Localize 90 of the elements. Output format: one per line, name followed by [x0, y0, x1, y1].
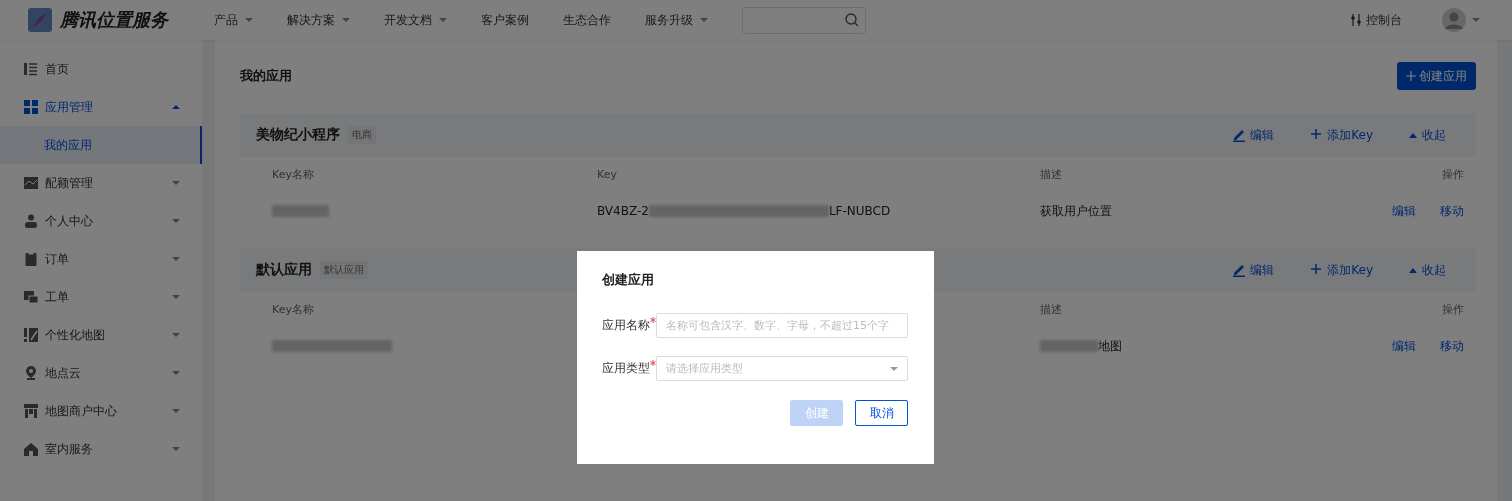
- caret-down-icon: [890, 366, 898, 371]
- column-header: 操作: [1441, 166, 1464, 183]
- required-asterisk-icon: [650, 317, 656, 323]
- app-name: 默认应用: [256, 261, 312, 279]
- sidebar-item[interactable]: 个人中心: [0, 202, 202, 240]
- clipboard-icon: [24, 252, 38, 266]
- storefront-icon: [24, 404, 38, 418]
- caret-down-icon: [172, 371, 180, 375]
- sidebar-item[interactable]: 工单: [0, 278, 202, 316]
- app-type-tag: 电商: [348, 126, 376, 144]
- redacted-block: [272, 205, 329, 217]
- logo-icon: [28, 8, 52, 32]
- sidebar-item[interactable]: 室内服务: [0, 430, 202, 468]
- brush-icon: [24, 328, 38, 342]
- caret-down-icon: [172, 181, 180, 185]
- nav-link[interactable]: 解决方案: [287, 11, 350, 29]
- caret-down-icon: [172, 447, 180, 451]
- list-icon: [24, 62, 38, 76]
- redacted-block: [1040, 340, 1098, 352]
- column-header: 描述: [1040, 166, 1063, 183]
- console-link[interactable]: 控制台: [1351, 11, 1402, 29]
- required-asterisk-icon: [650, 360, 656, 366]
- row-action-link[interactable]: 编辑: [1392, 202, 1416, 220]
- column-header: Key: [597, 166, 618, 183]
- nav-link[interactable]: 开发文档: [384, 11, 447, 29]
- caret-up-icon: [172, 105, 180, 109]
- caret-up-icon: [1409, 132, 1417, 138]
- caret-down-icon: [172, 219, 180, 223]
- sidebar-item[interactable]: 地点云: [0, 354, 202, 392]
- sidebar-item[interactable]: 个性化地图: [0, 316, 202, 354]
- caret-down-icon: [700, 18, 708, 22]
- caret-up-icon: [1409, 267, 1417, 273]
- card-action-link[interactable]: 编辑: [1233, 126, 1275, 144]
- house-icon: [24, 442, 38, 456]
- nav-link[interactable]: 产品: [214, 11, 253, 29]
- caret-down-icon: [172, 409, 180, 413]
- column-header: 描述: [1040, 301, 1063, 318]
- row-action-link[interactable]: 移动: [1440, 202, 1464, 220]
- field-label: 应用类型: [602, 360, 650, 377]
- caret-down-icon: [342, 18, 350, 22]
- dialog-title: 创建应用: [602, 271, 654, 289]
- chart-icon: [24, 176, 38, 190]
- plus-icon: [1310, 128, 1323, 142]
- column-header: Key名称: [272, 301, 315, 318]
- grid-icon: [24, 100, 38, 114]
- key-text: BV4BZ-2: [597, 204, 649, 218]
- brand-name: 腾讯位置服务: [60, 8, 168, 32]
- caret-down-icon: [172, 333, 180, 337]
- nav-link[interactable]: 生态合作: [563, 11, 611, 29]
- pencil-icon: [1233, 128, 1246, 142]
- sidebar-item[interactable]: 地图商户中心: [0, 392, 202, 430]
- search-icon: [845, 13, 859, 27]
- page-title: 我的应用: [240, 67, 292, 85]
- plus-icon: [1310, 263, 1323, 277]
- caret-down-icon: [172, 257, 180, 261]
- person-icon: [24, 214, 38, 228]
- sidebar-item[interactable]: 首页: [0, 50, 202, 88]
- caret-down-icon: [1472, 18, 1480, 22]
- nav-link[interactable]: 服务升级: [645, 11, 708, 29]
- plus-icon: [1406, 71, 1416, 81]
- card-action-link[interactable]: 收起: [1409, 126, 1446, 144]
- pencil-icon: [1233, 263, 1246, 277]
- sidebar-item[interactable]: 订单: [0, 240, 202, 278]
- create-app-button[interactable]: 创建应用: [1397, 62, 1476, 90]
- column-header: 操作: [1441, 301, 1464, 318]
- caret-down-icon: [245, 18, 253, 22]
- sidebar-item[interactable]: 配额管理: [0, 164, 202, 202]
- table-cell: 地图: [1098, 337, 1122, 355]
- caret-down-icon: [439, 18, 447, 22]
- location-pin-icon: [24, 366, 38, 380]
- sidebar-subitem[interactable]: 我的应用: [0, 126, 202, 164]
- card-action-link[interactable]: 收起: [1409, 261, 1446, 279]
- card-action-link[interactable]: 编辑: [1233, 261, 1275, 279]
- table-cell: 获取用户位置: [1040, 202, 1112, 220]
- nav-link[interactable]: 客户案例: [481, 11, 529, 29]
- card-action-link[interactable]: 添加Key: [1310, 261, 1373, 279]
- windows-icon: [24, 290, 38, 304]
- avatar-icon[interactable]: [1442, 8, 1466, 32]
- app-name: 美物纪小程序: [256, 126, 340, 144]
- card-action-link[interactable]: 添加Key: [1310, 126, 1373, 144]
- column-header: Key名称: [272, 166, 315, 183]
- sidebar-item[interactable]: 应用管理: [0, 88, 202, 126]
- sliders-icon: [1351, 14, 1361, 26]
- search-field[interactable]: [742, 6, 866, 34]
- key-text: LF-NUBCD: [828, 204, 891, 218]
- row-action-link[interactable]: 编辑: [1392, 337, 1416, 355]
- cancel-button[interactable]: 取消: [855, 400, 908, 426]
- caret-down-icon: [172, 295, 180, 299]
- field-label: 应用名称: [602, 317, 650, 334]
- row-action-link[interactable]: 移动: [1440, 337, 1464, 355]
